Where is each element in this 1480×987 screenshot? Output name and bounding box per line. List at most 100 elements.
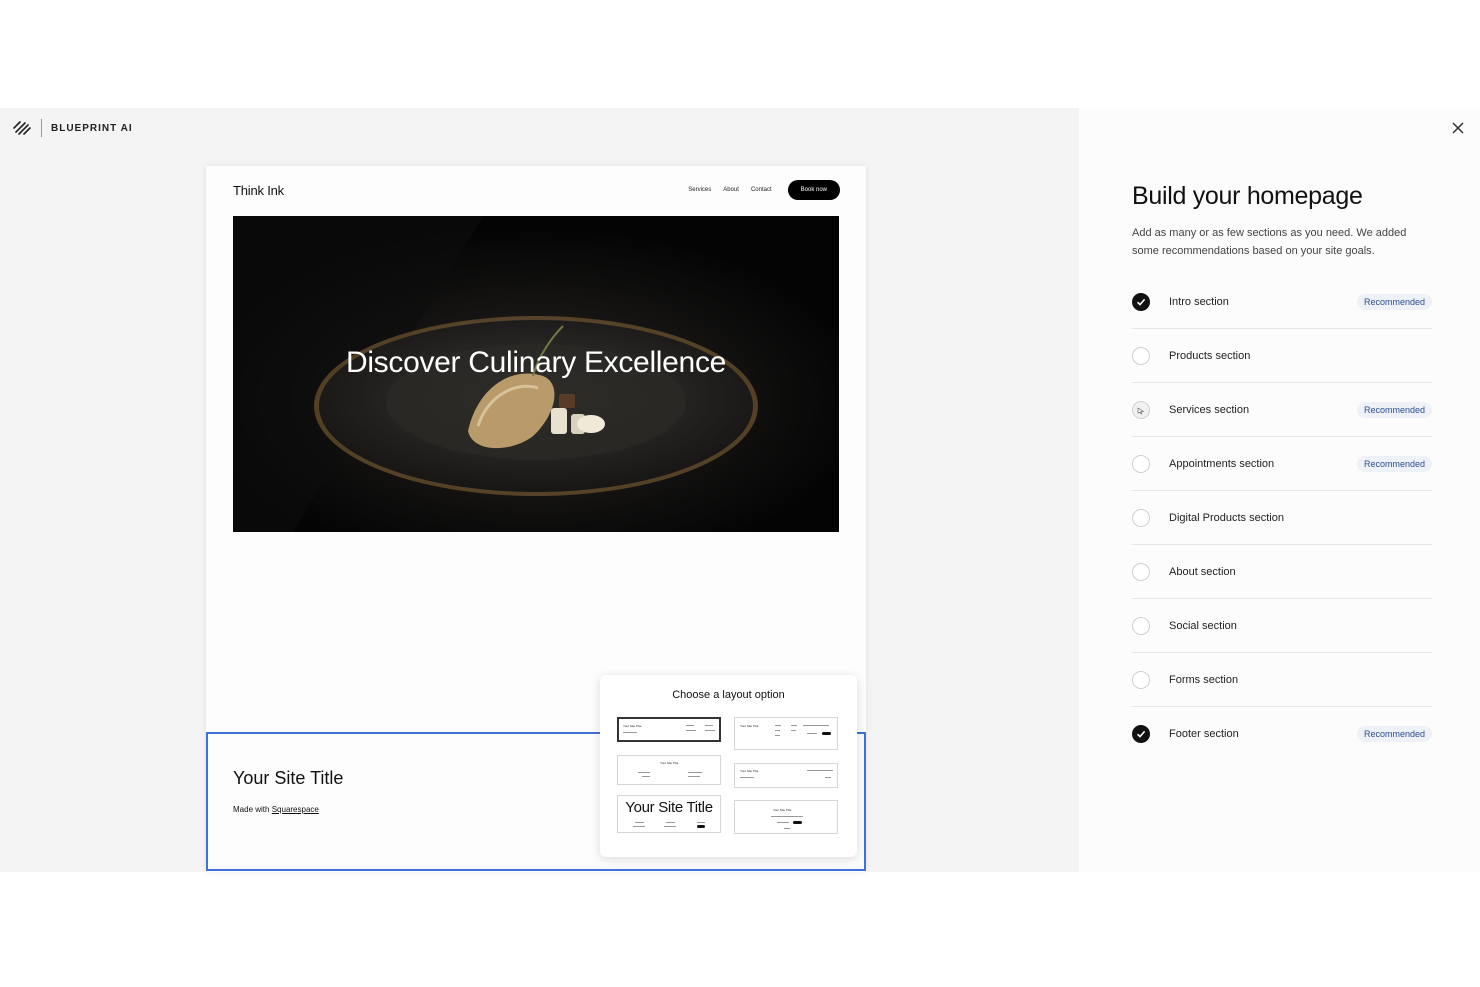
thumb-line	[705, 730, 715, 731]
thumb-line	[635, 822, 644, 823]
thumb-line	[825, 777, 831, 778]
thumb-line	[688, 772, 702, 773]
thumb-line	[642, 776, 650, 777]
hero-image[interactable]: Discover Culinary Excellence	[233, 216, 839, 532]
thumb-site-title: Your Site Title	[660, 761, 679, 765]
thumb-line	[791, 730, 796, 731]
layout-option-5[interactable]: Your Site Title	[617, 795, 721, 833]
thumb-line	[803, 725, 829, 726]
section-label: Intro section	[1169, 295, 1229, 308]
section-label: Services section	[1169, 403, 1250, 416]
squarespace-link[interactable]: Squarespace	[272, 805, 319, 814]
layout-option-2[interactable]: Your Site Title	[734, 717, 838, 750]
thumb-line	[688, 776, 700, 777]
brand: BLUEPRINT AI	[12, 119, 133, 137]
thumb-line	[775, 735, 780, 736]
nav-link-about[interactable]: About	[723, 187, 739, 193]
section-row-digital-products[interactable]: Digital Products section	[1132, 491, 1432, 545]
section-label: Footer section	[1169, 728, 1239, 740]
book-now-button[interactable]: Book now	[787, 180, 840, 200]
thumb-line	[638, 772, 650, 773]
thumb-line	[807, 770, 833, 771]
layout-option-3[interactable]: Your Site Title	[617, 755, 721, 785]
thumb-line	[775, 725, 781, 726]
section-label: Digital Products section	[1169, 511, 1284, 524]
recommended-badge: Recommended	[1356, 402, 1432, 418]
thumb-site-title: Your Site Title	[740, 724, 759, 728]
thumb-line	[807, 733, 817, 734]
unchecked-icon[interactable]	[1132, 454, 1150, 473]
section-row-appointments[interactable]: Appointments section Recommended	[1132, 437, 1432, 491]
nav-link-services[interactable]: Services	[688, 187, 711, 193]
checked-icon[interactable]	[1132, 292, 1150, 311]
footer-made-prefix: Made with	[233, 805, 270, 814]
layout-option-1[interactable]: Your Site Title	[617, 717, 721, 742]
editor-frame: BLUEPRINT AI Think Ink Services About Co…	[0, 108, 1480, 872]
panel-description: Add as many or as few sections as you ne…	[1132, 227, 1407, 257]
recommended-badge: Recommended	[1356, 726, 1432, 742]
footer-made-with: Made with Squarespace	[233, 805, 319, 814]
footer-site-title: Your Site Title	[233, 768, 344, 788]
site-header: Think Ink Services About Contact Book no…	[206, 166, 866, 216]
section-list: Intro section Recommended Products secti…	[1132, 275, 1432, 761]
close-button[interactable]	[1449, 119, 1467, 137]
brand-divider	[41, 119, 42, 137]
thumb-line	[623, 732, 637, 733]
unchecked-icon[interactable]	[1132, 346, 1150, 365]
pointer-cursor-icon	[1137, 406, 1145, 414]
thumb-line	[697, 822, 705, 823]
thumb-site-title: Your Site Title	[740, 769, 759, 773]
site-nav: Services About Contact Book now	[688, 180, 840, 200]
thumb-site-title: Your Site Title	[773, 808, 792, 812]
thumb-button	[822, 732, 831, 735]
unchecked-icon[interactable]	[1132, 670, 1150, 689]
section-row-intro[interactable]: Intro section Recommended	[1132, 275, 1432, 329]
section-row-footer[interactable]: Footer section Recommended	[1132, 707, 1432, 761]
section-label: Products section	[1169, 349, 1251, 362]
thumb-button	[793, 821, 802, 824]
thumb-line	[740, 777, 754, 778]
section-label: Appointments section	[1169, 457, 1275, 470]
section-label: About section	[1169, 565, 1236, 578]
thumb-line	[784, 828, 790, 829]
thumb-line	[775, 730, 780, 731]
thumb-button	[697, 825, 705, 828]
section-label: Forms section	[1169, 673, 1239, 686]
thumb-line	[666, 822, 675, 823]
thumb-line	[686, 725, 694, 726]
panel-title: Build your homepage	[1132, 182, 1363, 210]
thumb-site-title: Your Site Title	[623, 724, 642, 728]
unchecked-icon[interactable]	[1132, 400, 1150, 419]
thumb-big-site-title: Your Site Title	[625, 799, 713, 816]
thumb-line	[705, 725, 713, 726]
site-name: Think Ink	[233, 183, 284, 198]
layout-option-6[interactable]: Your Site Title	[734, 800, 838, 834]
unchecked-icon[interactable]	[1132, 562, 1150, 581]
thumb-line	[771, 816, 803, 817]
unchecked-icon[interactable]	[1132, 508, 1150, 527]
close-icon	[1452, 122, 1464, 134]
layout-popup-title: Choose a layout option	[672, 689, 785, 701]
section-row-services[interactable]: Services section Recommended	[1132, 383, 1432, 437]
section-row-social[interactable]: Social section	[1132, 599, 1432, 653]
brand-name: BLUEPRINT AI	[51, 122, 133, 134]
thumb-line	[686, 730, 696, 731]
squarespace-logo-icon	[13, 121, 31, 135]
section-row-about[interactable]: About section	[1132, 545, 1432, 599]
preview-pane: BLUEPRINT AI Think Ink Services About Co…	[0, 108, 1079, 872]
unchecked-icon[interactable]	[1132, 616, 1150, 635]
thumb-line	[664, 826, 676, 827]
section-label: Social section	[1169, 619, 1237, 632]
thumb-line	[777, 822, 789, 823]
recommended-badge: Recommended	[1356, 294, 1432, 310]
nav-link-contact[interactable]: Contact	[751, 187, 772, 193]
recommended-badge: Recommended	[1356, 456, 1432, 472]
section-row-forms[interactable]: Forms section	[1132, 653, 1432, 707]
layout-option-4[interactable]: Your Site Title	[734, 763, 838, 788]
thumb-line	[633, 826, 645, 827]
checked-icon[interactable]	[1132, 725, 1150, 743]
layout-option-popup: Choose a layout option Your Site Title Y…	[600, 675, 857, 857]
hero-title: Discover Culinary Excellence	[345, 346, 727, 379]
thumb-line	[791, 725, 797, 726]
section-row-products[interactable]: Products section	[1132, 329, 1432, 383]
